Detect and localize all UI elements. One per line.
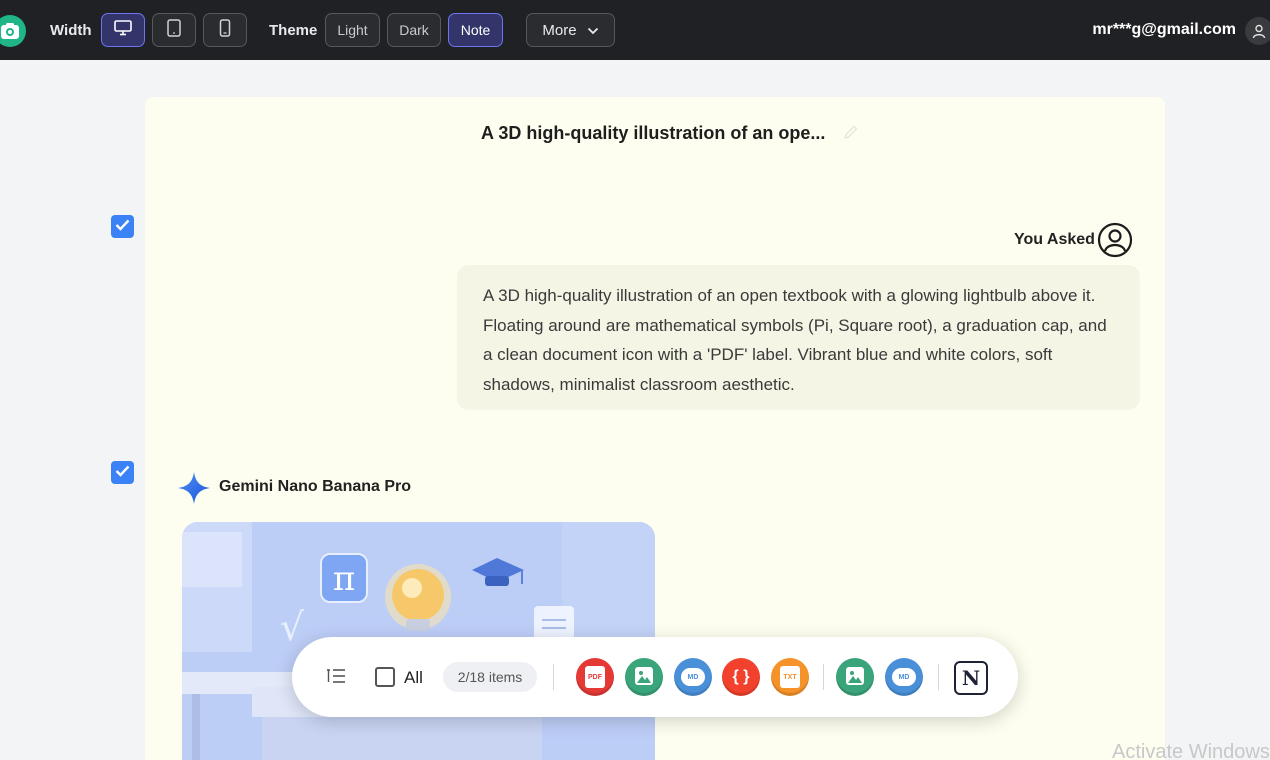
export-markdown-alt-button[interactable]: MD bbox=[885, 658, 923, 696]
divider bbox=[823, 664, 824, 690]
select-all-label: All bbox=[404, 668, 423, 687]
tablet-icon bbox=[167, 18, 181, 42]
user-avatar-icon[interactable] bbox=[1245, 17, 1270, 45]
select-user-turn-checkbox[interactable] bbox=[111, 215, 134, 238]
divider bbox=[938, 664, 939, 690]
select-model-turn-checkbox[interactable] bbox=[111, 461, 134, 484]
user-email: mr***g@gmail.com bbox=[1092, 21, 1236, 38]
sqrt-symbol: √ bbox=[280, 605, 305, 649]
list-icon[interactable] bbox=[326, 668, 346, 689]
width-phone-button[interactable] bbox=[203, 13, 247, 47]
width-label: Width bbox=[50, 22, 92, 39]
width-tablet-button[interactable] bbox=[152, 13, 196, 47]
activate-windows-watermark: Activate Windows bbox=[1112, 741, 1270, 760]
export-json-button[interactable]: { } bbox=[722, 658, 760, 696]
pencil-icon[interactable] bbox=[843, 124, 859, 145]
gemini-sparkle-icon bbox=[176, 470, 212, 511]
markdown-icon: MD bbox=[892, 668, 916, 686]
export-markdown-button[interactable]: MD bbox=[674, 658, 712, 696]
export-image-button[interactable] bbox=[625, 658, 663, 696]
export-txt-button[interactable]: TXT bbox=[771, 658, 809, 696]
theme-label: Theme bbox=[269, 22, 318, 39]
more-label: More bbox=[542, 21, 577, 39]
markdown-icon: MD bbox=[681, 668, 705, 686]
divider bbox=[553, 664, 554, 690]
checkmark-icon bbox=[115, 464, 130, 482]
more-menu-button[interactable]: More bbox=[526, 13, 615, 47]
desktop-icon bbox=[114, 19, 132, 41]
user-prompt-text: A 3D high-quality illustration of an ope… bbox=[457, 265, 1140, 410]
pdf-icon: PDF bbox=[585, 666, 605, 688]
user-circle-icon bbox=[1097, 222, 1133, 263]
width-desktop-button[interactable] bbox=[101, 13, 145, 47]
app-logo-icon[interactable] bbox=[0, 15, 26, 47]
chevron-down-icon bbox=[587, 22, 599, 39]
you-asked-label: You Asked bbox=[1014, 231, 1095, 248]
checkmark-icon bbox=[115, 218, 130, 236]
theme-note-button[interactable]: Note bbox=[448, 13, 503, 47]
export-toolbar: All 2/18 items PDF MD { } TXT MD N bbox=[292, 637, 1018, 717]
selected-count-badge: 2/18 items bbox=[443, 662, 537, 692]
model-name: Gemini Nano Banana Pro bbox=[219, 478, 412, 495]
pi-symbol: π bbox=[333, 559, 355, 599]
image-icon bbox=[634, 666, 654, 688]
export-notion-button[interactable]: N bbox=[954, 661, 988, 695]
phone-icon bbox=[219, 18, 231, 42]
txt-icon: TXT bbox=[780, 666, 800, 688]
export-pdf-button[interactable]: PDF bbox=[576, 658, 614, 696]
select-all-checkbox[interactable] bbox=[375, 667, 395, 687]
image-icon bbox=[845, 666, 865, 688]
document-title: A 3D high-quality illustration of an ope… bbox=[481, 123, 826, 143]
notion-icon: N bbox=[961, 666, 981, 690]
top-toolbar: Width Theme Light Dark Note More mr***g@… bbox=[0, 0, 1270, 60]
theme-light-button[interactable]: Light bbox=[325, 13, 380, 47]
export-image-alt-button[interactable] bbox=[836, 658, 874, 696]
theme-dark-button[interactable]: Dark bbox=[387, 13, 441, 47]
